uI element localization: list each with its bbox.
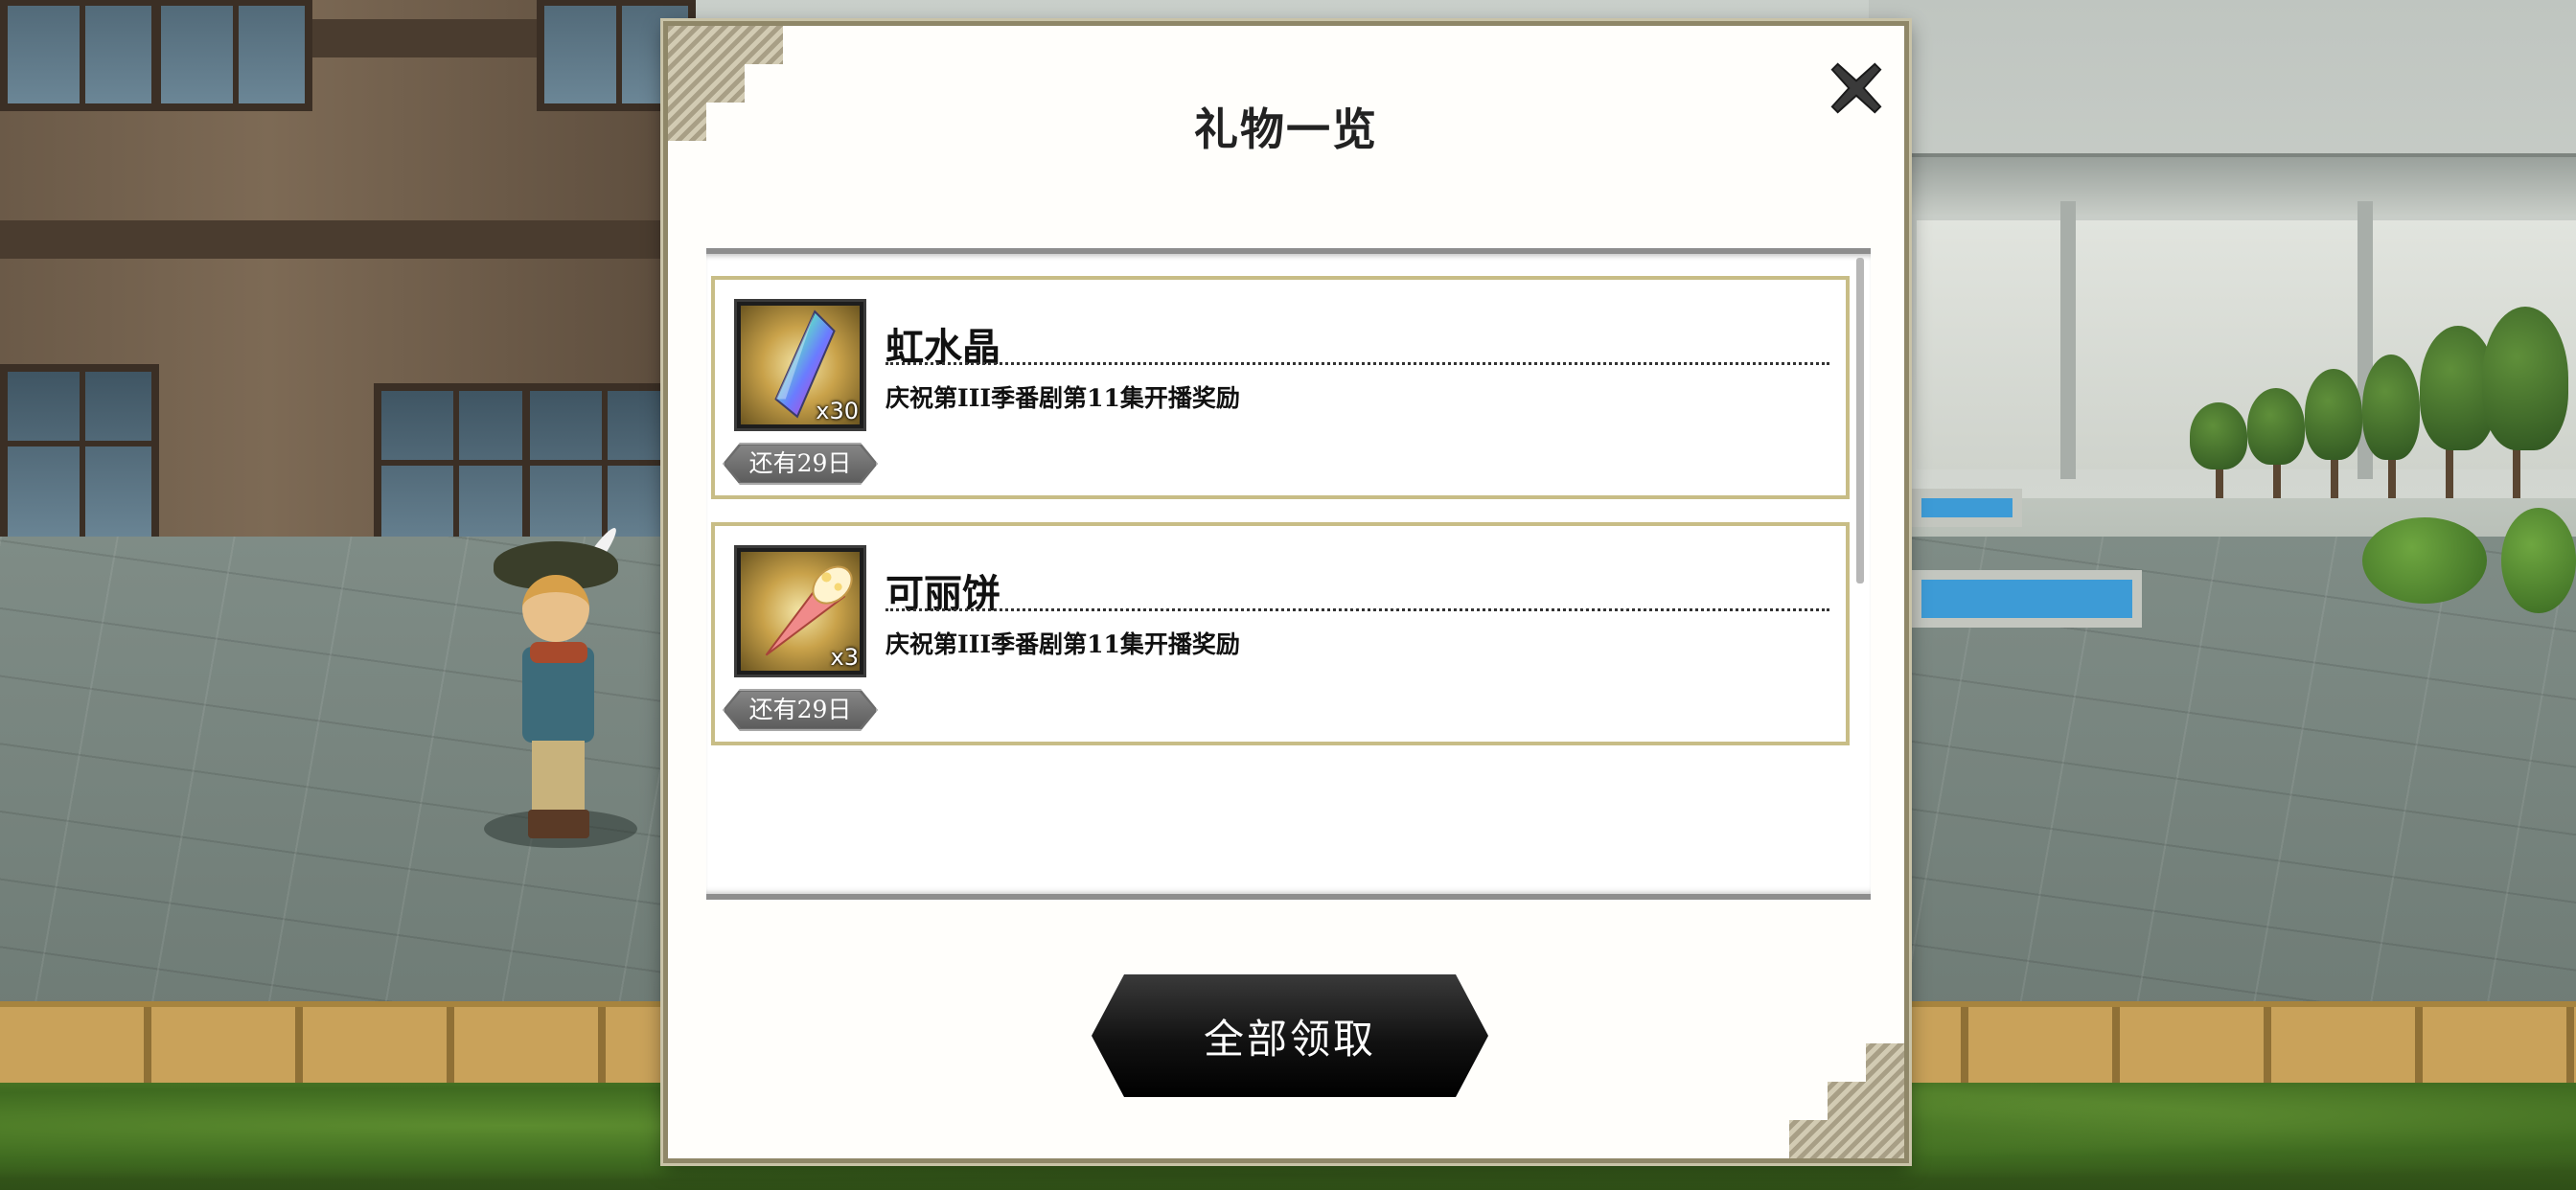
close-icon — [1830, 62, 1882, 114]
item-quantity: x3 — [830, 644, 859, 671]
building-beam — [0, 220, 671, 259]
remaining-days-badge: 还有29日 — [723, 443, 878, 485]
list-scrollbar[interactable] — [1856, 258, 1864, 584]
item-description: 庆祝第III季番剧第11集开播奖励 — [886, 384, 1240, 412]
dialog-title: 礼物一览 — [1194, 103, 1378, 155]
character-scarf — [530, 642, 587, 663]
fountain-pool — [1912, 489, 2022, 527]
arena-ring — [1907, 153, 2576, 215]
claim-all-button[interactable]: 全部领取 — [1092, 974, 1488, 1097]
gift-list[interactable]: x30 还有29日 虹水晶 庆祝第III季番剧第11集开播奖励 x3 还有29日… — [706, 248, 1871, 900]
tree — [2482, 307, 2568, 450]
gift-item[interactable]: x3 还有29日 可丽饼 庆祝第III季番剧第11集开播奖励 — [711, 522, 1850, 745]
building-window — [153, 0, 312, 111]
crepe-icon: x3 — [734, 545, 866, 677]
tree — [2305, 369, 2362, 460]
item-description: 庆祝第III季番剧第11集开播奖励 — [886, 630, 1240, 658]
rainbow-crystal-icon: x30 — [734, 299, 866, 431]
building-window — [0, 0, 159, 111]
bush — [2501, 508, 2576, 613]
item-quantity: x30 — [816, 398, 859, 424]
claim-all-label: 全部领取 — [1203, 1015, 1376, 1063]
divider — [886, 608, 1829, 611]
divider — [886, 362, 1829, 365]
arena-pillar — [2060, 201, 2076, 479]
tree — [2190, 402, 2247, 469]
close-button[interactable] — [1823, 55, 1890, 122]
character-boots — [528, 810, 589, 838]
tree — [2247, 388, 2305, 465]
character-head — [522, 575, 589, 642]
gift-list-dialog: 礼物一览 x30 还有29日 虹水晶 庆祝第III季番剧第11集开播奖励 x3 … — [663, 21, 1909, 1163]
building-window — [0, 364, 159, 552]
corner-ornament — [1789, 1043, 1904, 1158]
bush — [2362, 517, 2487, 604]
remaining-days-badge: 还有29日 — [723, 689, 878, 731]
gift-item[interactable]: x30 还有29日 虹水晶 庆祝第III季番剧第11集开播奖励 — [711, 276, 1850, 499]
fountain-pool — [1912, 570, 2142, 628]
player-character[interactable] — [494, 522, 628, 848]
tree — [2362, 355, 2420, 460]
